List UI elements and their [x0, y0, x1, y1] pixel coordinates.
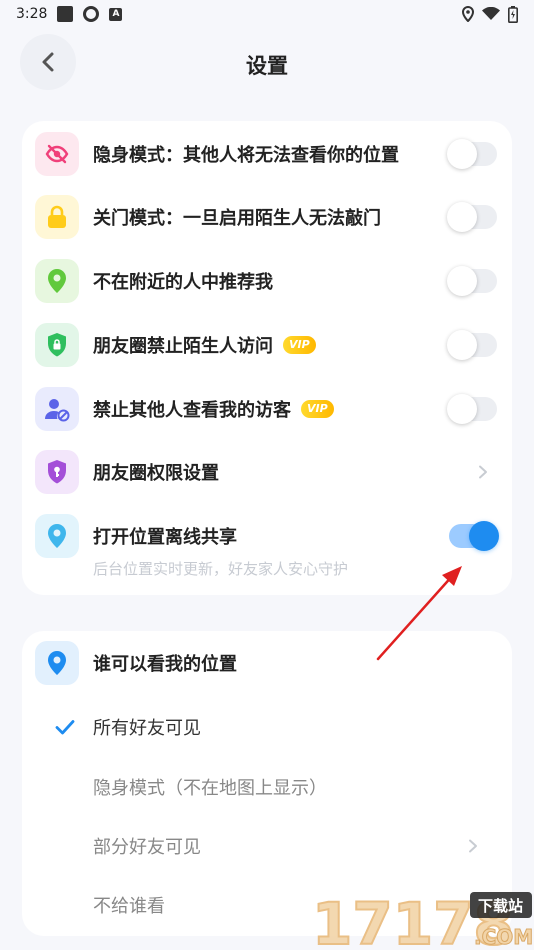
status-time: 3:28 [16, 6, 48, 22]
shield-key-icon [35, 450, 79, 494]
row-label: 隐身模式：其他人将无法查看你的位置 [93, 145, 399, 166]
visibility-option-stealth[interactable]: 隐身模式（不在地图上显示） [22, 759, 512, 815]
stealth-mode-toggle[interactable] [447, 139, 497, 169]
row-label: 不在附近的人中推荐我 [93, 272, 273, 293]
offline-share-hint: 后台位置实时更新，好友家人安心守护 [93, 560, 349, 578]
row-label: 打开位置离线共享 [93, 527, 237, 548]
notification-circle-icon [83, 6, 100, 22]
header: 设置 [0, 30, 534, 96]
row-closed-door-mode[interactable]: 关门模式：一旦启用陌生人无法敲门 [22, 189, 512, 245]
visibility-option-all-friends[interactable]: 所有好友可见 [22, 699, 512, 755]
location-pin-icon [35, 641, 79, 685]
row-label-with-vip: 朋友圈禁止陌生人访问 VIP [93, 332, 316, 358]
svg-text:.COM: .COM [474, 925, 533, 949]
location-pin-icon [35, 514, 79, 558]
closed-door-toggle[interactable] [447, 202, 497, 232]
vip-badge: VIP [301, 400, 334, 418]
checkmark-icon [55, 720, 75, 735]
visibility-option-some-friends[interactable]: 部分好友可见 [22, 818, 512, 874]
hide-from-nearby-toggle[interactable] [447, 266, 497, 296]
privacy-settings-card: 隐身模式：其他人将无法查看你的位置 关门模式：一旦启用陌生人无法敲门 不在附近的… [22, 121, 512, 595]
row-label-with-vip: 禁止其他人查看我的访客 VIP [93, 396, 334, 422]
row-label: 朋友圈权限设置 [93, 463, 219, 484]
option-label: 不给谁看 [93, 896, 165, 917]
row-hide-from-nearby[interactable]: 不在附近的人中推荐我 [22, 253, 512, 309]
hide-visitors-toggle[interactable] [447, 394, 497, 424]
lock-icon [35, 195, 79, 239]
chevron-right-icon [479, 465, 487, 479]
row-moments-permissions[interactable]: 朋友圈权限设置 [22, 444, 512, 500]
notification-square-icon [57, 6, 74, 22]
location-status-icon [462, 6, 474, 22]
page-title: 设置 [246, 54, 288, 78]
option-label: 部分好友可见 [93, 837, 201, 858]
visibility-title: 谁可以看我的位置 [93, 654, 237, 675]
row-moments-block-strangers[interactable]: 朋友圈禁止陌生人访问 VIP [22, 317, 512, 373]
wifi-icon [482, 7, 500, 20]
row-label: 关门模式：一旦启用陌生人无法敲门 [93, 208, 381, 229]
row-label: 禁止其他人查看我的访客 [93, 400, 291, 421]
option-label: 所有好友可见 [93, 718, 201, 739]
moments-block-strangers-toggle[interactable] [447, 330, 497, 360]
shield-lock-icon [35, 323, 79, 367]
user-block-icon [35, 387, 79, 431]
battery-icon [508, 5, 518, 23]
watermark-logo: 17178 下载站 .COM [311, 884, 534, 950]
eye-off-icon [35, 132, 79, 176]
row-stealth-mode[interactable]: 隐身模式：其他人将无法查看你的位置 [22, 126, 512, 182]
row-hide-visitors[interactable]: 禁止其他人查看我的访客 VIP [22, 381, 512, 437]
vip-badge: VIP [283, 336, 316, 354]
notification-app-icon: A [109, 7, 123, 21]
chevron-right-icon [469, 839, 477, 853]
location-pin-icon [35, 259, 79, 303]
svg-text:下载站: 下载站 [478, 897, 523, 915]
row-offline-location-share[interactable]: 打开位置离线共享 [22, 508, 512, 564]
offline-location-share-toggle[interactable] [449, 521, 499, 551]
row-label: 朋友圈禁止陌生人访问 [93, 336, 273, 357]
status-bar: 3:28 A [0, 0, 534, 28]
visibility-header: 谁可以看我的位置 [22, 635, 512, 691]
option-label: 隐身模式（不在地图上显示） [93, 778, 327, 799]
